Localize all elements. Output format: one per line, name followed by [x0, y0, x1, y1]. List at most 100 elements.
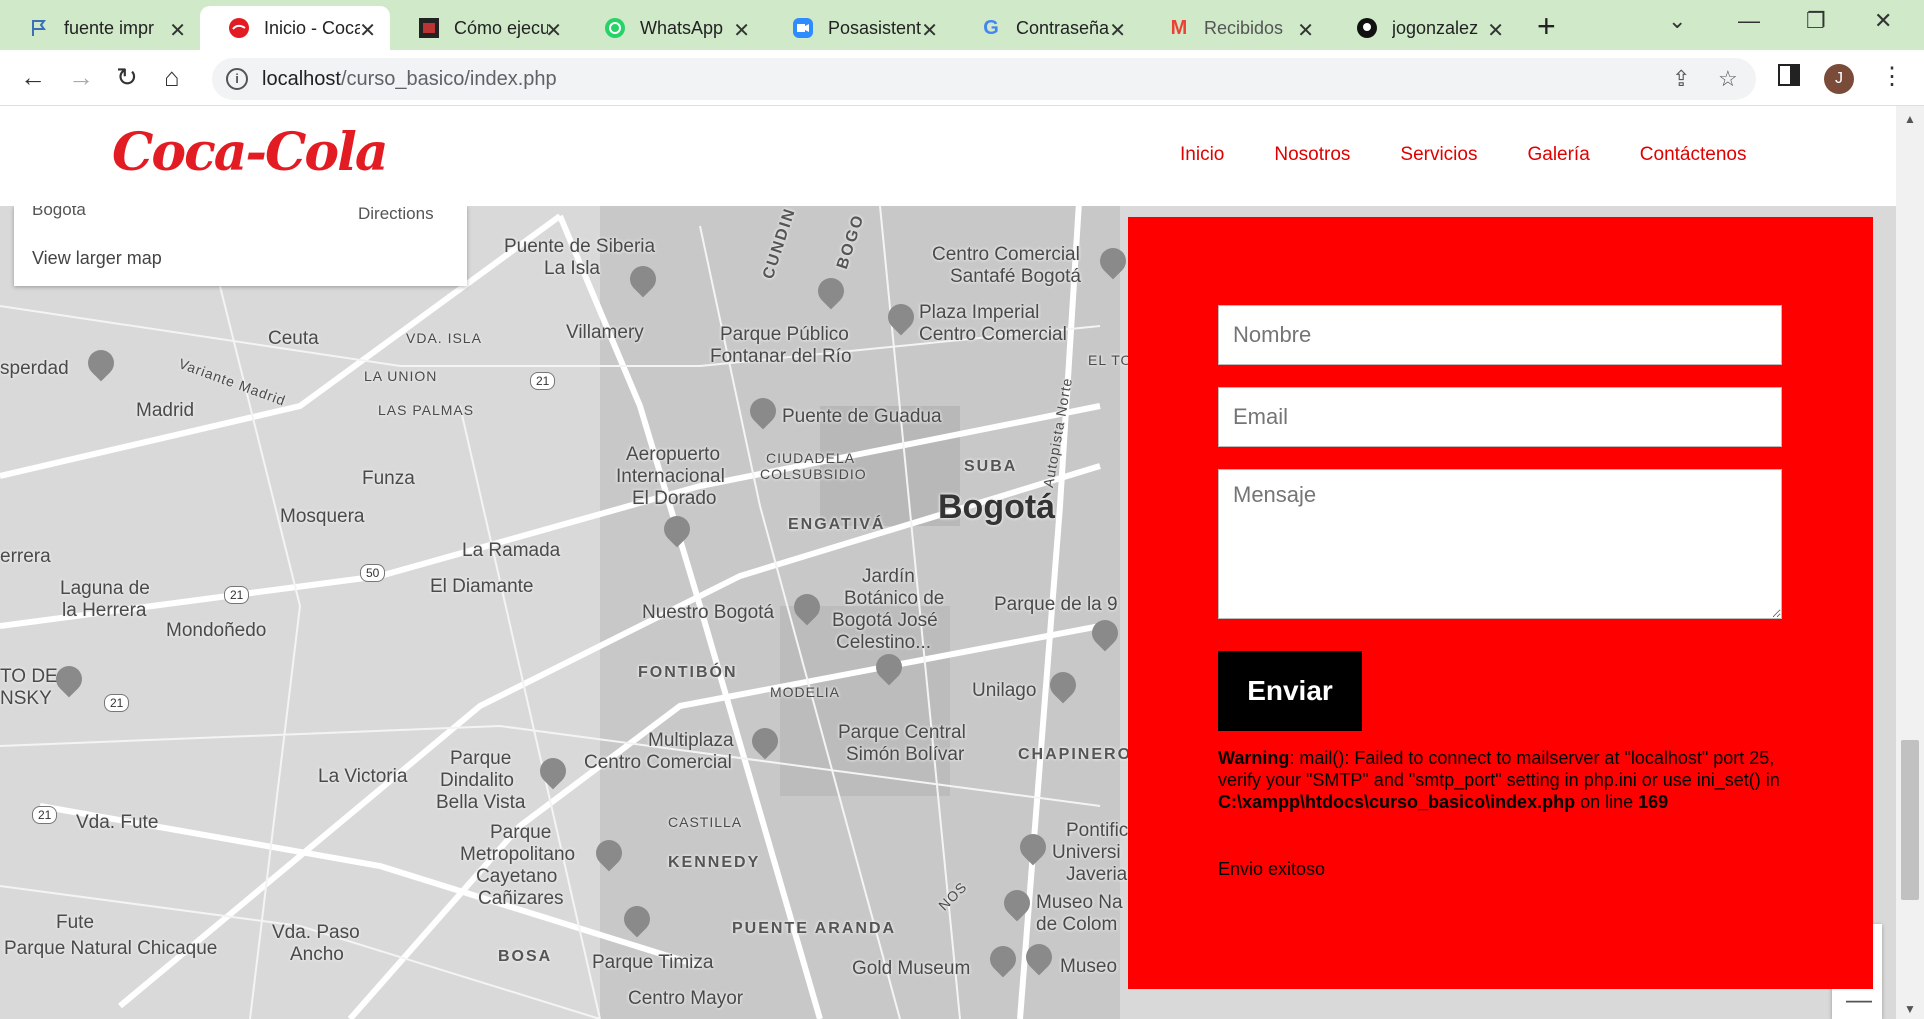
tab-github[interactable]: jogonzalez ✕ [1328, 6, 1518, 50]
tab-recibidos[interactable]: M Recibidos (4 ✕ [1140, 6, 1328, 50]
map-label: Bogotá [938, 488, 1056, 526]
map-label: Villamery [566, 322, 644, 343]
share-icon[interactable]: ⇪ [1672, 66, 1690, 92]
map-label: Vda. Fute [76, 812, 159, 833]
new-tab-icon[interactable]: + [1537, 8, 1556, 45]
warning-text: : mail(): Failed to connect to mailserve… [1218, 748, 1780, 790]
zoom-icon [792, 17, 814, 39]
video-icon [418, 17, 440, 39]
map-label: Santafé Bogotá [950, 266, 1081, 287]
close-icon[interactable]: ✕ [1487, 18, 1504, 43]
tab-contrasena[interactable]: G Contraseña ✕ [952, 6, 1140, 50]
restore-icon[interactable]: ❐ [1806, 8, 1826, 34]
tab-title: fuente impr [64, 17, 155, 38]
map-label: Fute [56, 912, 95, 933]
map-label: Botánico de [844, 588, 945, 609]
nav-servicios[interactable]: Servicios [1400, 144, 1477, 166]
map-label: LA UNION [364, 368, 438, 384]
map-label: Madrid [136, 400, 195, 421]
tab-whatsapp[interactable]: WhatsApp ✕ [576, 6, 764, 50]
tab-title: WhatsApp [640, 17, 724, 38]
map-label: Plaza Imperial [919, 302, 1040, 323]
tab-inicio[interactable]: Inicio - Coca ✕ [200, 6, 390, 50]
github-icon [1356, 17, 1378, 39]
route-shield: 21 [104, 694, 130, 712]
tab-posasistent[interactable]: Posasistent ✕ [764, 6, 952, 50]
whatsapp-icon [604, 17, 626, 39]
minimize-icon[interactable]: — [1738, 8, 1760, 34]
route-shield: 50 [360, 564, 386, 582]
submit-button[interactable]: Enviar [1218, 651, 1362, 731]
map-label: KENNEDY [668, 854, 761, 871]
close-icon[interactable]: ✕ [545, 18, 562, 43]
map-label: El Dorado [632, 488, 717, 509]
map-label: Centro Mayor [628, 988, 744, 1009]
close-icon[interactable]: ✕ [1297, 18, 1314, 43]
map-label: Puente de Siberia [504, 236, 656, 257]
page-scrollbar[interactable]: ▲ ▼ [1896, 106, 1924, 1019]
map-label: MODELIA [770, 684, 841, 700]
bookmark-star-icon[interactable]: ☆ [1718, 66, 1738, 92]
name-field[interactable] [1218, 305, 1782, 365]
nav-galeria[interactable]: Galería [1527, 144, 1589, 166]
coca-cola-icon [228, 17, 250, 39]
reload-icon[interactable]: ↻ [116, 62, 138, 93]
success-message: Envio exitoso [1218, 859, 1326, 879]
map-label: Museo Na [1036, 892, 1123, 913]
close-icon[interactable]: ✕ [733, 18, 750, 43]
map-label: Parque Público [720, 324, 849, 345]
map-label: CIUDADELA [766, 450, 856, 466]
map-label: Fontanar del Río [710, 346, 852, 367]
map-label: Mondoñedo [166, 620, 267, 641]
map-label: Centro Comercial [919, 324, 1067, 345]
close-icon[interactable]: ✕ [359, 18, 376, 43]
forward-icon[interactable]: → [68, 62, 94, 93]
nav-contactenos[interactable]: Contáctenos [1640, 144, 1747, 166]
directions-link[interactable]: Directions [358, 204, 434, 224]
warning-label: Warning [1218, 748, 1290, 768]
nav-inicio[interactable]: Inicio [1180, 144, 1224, 166]
tab-title: Cómo ejecu [454, 17, 548, 38]
map-label: EL TO [1088, 352, 1133, 368]
window-close-icon[interactable]: ✕ [1874, 8, 1892, 34]
address-bar[interactable]: i localhost/curso_basico/index.php ⇪ ☆ [212, 58, 1756, 100]
map-label: FONTIBÓN [638, 664, 738, 681]
map-label: La Ramada [462, 540, 561, 561]
map-label: PUENTE ARANDA [732, 920, 897, 937]
chevron-down-icon[interactable]: ⌄ [1668, 8, 1686, 34]
url-text[interactable]: localhost/curso_basico/index.php [262, 68, 557, 91]
info-icon[interactable]: i [226, 68, 248, 90]
map-label: Multiplaza [648, 730, 734, 751]
map-label: Cayetano [476, 866, 558, 887]
home-icon[interactable]: ⌂ [164, 62, 180, 93]
map-label: Nuestro Bogotá [642, 602, 775, 623]
menu-icon[interactable]: ⋮ [1880, 62, 1904, 91]
coca-cola-logo[interactable]: Coca-Cola [112, 122, 389, 183]
scrollbar-thumb[interactable] [1901, 740, 1919, 900]
scroll-up-icon[interactable]: ▲ [1904, 112, 1916, 126]
close-icon[interactable]: ✕ [169, 18, 186, 43]
back-icon[interactable]: ← [20, 62, 46, 93]
tab-como[interactable]: Cómo ejecu ✕ [390, 6, 576, 50]
route-shield: 21 [224, 586, 250, 604]
map-label: CASTILLA [668, 814, 743, 830]
email-field[interactable] [1218, 387, 1782, 447]
map-label: El Diamante [430, 576, 534, 597]
tab-title: jogonzalez [1392, 17, 1479, 38]
close-icon[interactable]: ✕ [1109, 18, 1126, 43]
side-panel-icon[interactable] [1778, 64, 1800, 86]
scroll-down-icon[interactable]: ▼ [1904, 1002, 1916, 1016]
view-larger-map-link[interactable]: View larger map [32, 248, 162, 269]
tab-fuente[interactable]: fuente impr ✕ [0, 6, 200, 50]
tab-title: Posasistent [828, 17, 922, 38]
avatar[interactable]: J [1824, 64, 1854, 94]
message-field[interactable] [1218, 469, 1782, 619]
nav-nosotros[interactable]: Nosotros [1274, 144, 1350, 166]
map-label: Jardín [862, 566, 915, 587]
close-icon[interactable]: ✕ [921, 18, 938, 43]
map-label: Ancho [290, 944, 344, 965]
map-label: Laguna de [60, 578, 150, 599]
map-label: Parque Timiza [592, 952, 714, 973]
map-label: Cañizares [478, 888, 564, 909]
map-label: La Victoria [318, 766, 408, 787]
